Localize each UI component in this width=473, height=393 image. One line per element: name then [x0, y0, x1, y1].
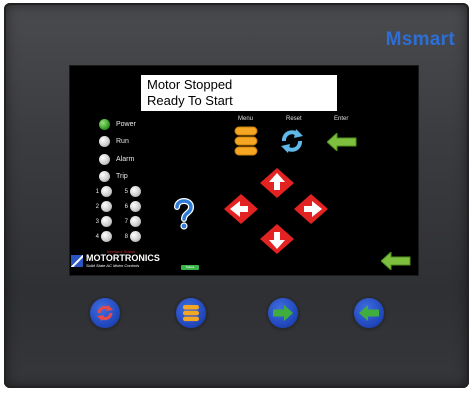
reset-label: Reset — [286, 116, 302, 122]
enter-arrow-icon[interactable] — [327, 133, 357, 151]
hw-reset-button[interactable] — [90, 298, 120, 328]
reset-red-icon — [97, 305, 113, 321]
enter-label: Enter — [334, 116, 349, 122]
alarm-label: Alarm — [116, 156, 135, 163]
menu-orange-icon — [183, 305, 199, 322]
menu-stack-icon[interactable] — [234, 126, 258, 156]
indicator-alarm: Alarm — [99, 154, 134, 165]
logo-name: MOTORTRONICS — [86, 253, 160, 263]
hw-left-button[interactable] — [354, 298, 384, 328]
hw-menu-button[interactable] — [176, 298, 206, 328]
indicator-trip: Trip — [99, 171, 128, 182]
reset-refresh-icon[interactable] — [280, 127, 304, 155]
status-message-box: Motor Stopped Ready To Start — [141, 75, 337, 111]
numbered-led-1: 1 — [92, 186, 112, 197]
brand-logo: Msmart — [385, 29, 455, 50]
device-bezel: Msmart Motor Stopped Ready To Start Powe… — [4, 3, 469, 388]
lcd-screen: Motor Stopped Ready To Start Power Run A… — [70, 66, 418, 275]
indicator-power: Power — [99, 119, 136, 130]
run-led — [99, 136, 110, 147]
message-line-1: Motor Stopped — [147, 77, 233, 92]
motortronics-mark-icon — [71, 255, 83, 267]
help-question-mark-icon[interactable] — [174, 198, 194, 230]
numbered-led-8: 8 — [121, 231, 141, 242]
numbered-led-6: 6 — [121, 201, 141, 212]
alarm-led — [99, 154, 110, 165]
numbered-led-7: 7 — [121, 216, 141, 227]
indicator-run: Run — [99, 136, 129, 147]
power-label: Power — [116, 121, 136, 128]
power-led — [99, 119, 110, 130]
right-arrow-icon[interactable] — [294, 194, 328, 224]
run-label: Run — [116, 138, 129, 145]
right-arrow-green-icon — [273, 305, 293, 321]
up-arrow-icon[interactable] — [260, 168, 294, 198]
logo-tagline: Solid State AC Motor Controls — [86, 263, 140, 268]
green-status-bar: Status — [181, 265, 199, 270]
message-line-2: Ready To Start — [147, 93, 233, 108]
numbered-led-5: 5 — [121, 186, 141, 197]
down-arrow-icon[interactable] — [260, 224, 294, 254]
numbered-led-4: 4 — [92, 231, 112, 242]
left-arrow-icon[interactable] — [224, 194, 258, 224]
motortronics-logo: MOTORTRONICS Solid State AC Motor Contro… — [71, 254, 160, 268]
lower-enter-arrow-icon[interactable] — [381, 252, 411, 270]
numbered-led-2: 2 — [92, 201, 112, 212]
numbered-led-3: 3 — [92, 216, 112, 227]
trip-led — [99, 171, 110, 182]
left-arrow-green-icon — [359, 305, 379, 321]
trip-label: Trip — [116, 173, 128, 180]
hw-right-button[interactable] — [268, 298, 298, 328]
menu-label: Menu — [238, 116, 254, 122]
